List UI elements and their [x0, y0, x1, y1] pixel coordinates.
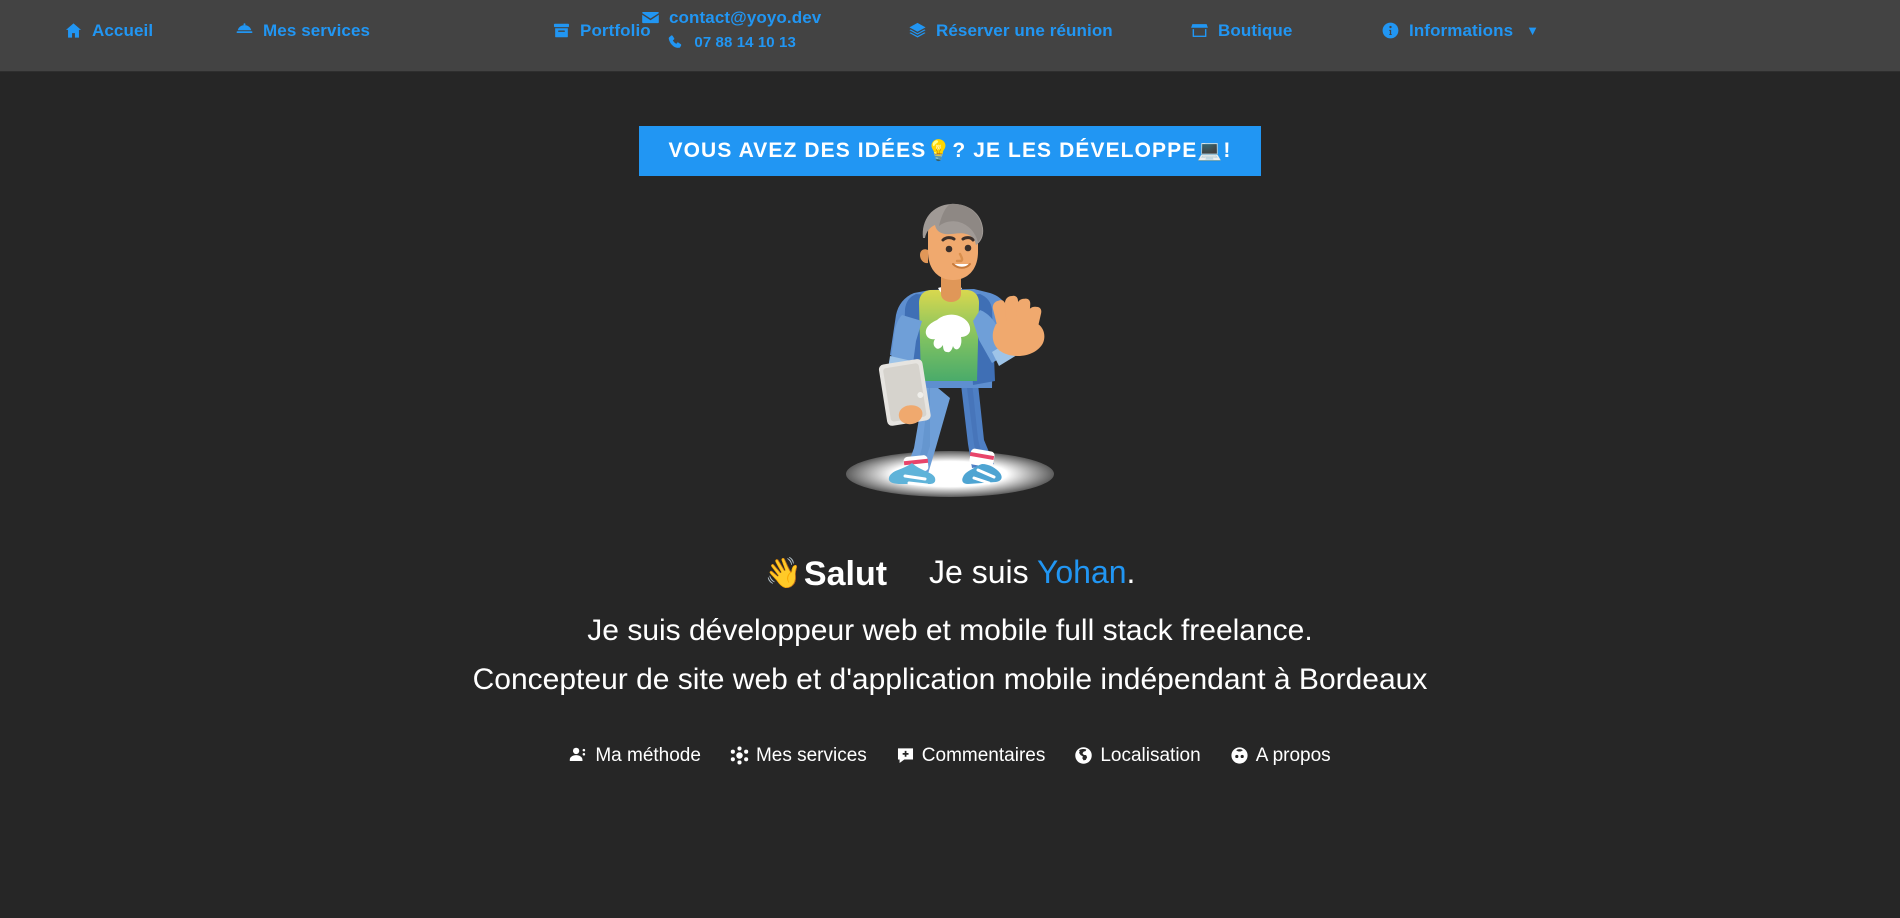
nav-item-portfolio[interactable]: Portfolio	[552, 21, 651, 40]
comment-plus-icon	[896, 746, 915, 765]
greeting-identity: Je suis Yohan.	[929, 556, 1135, 588]
quicklink-mes-services-label: Mes services	[755, 745, 867, 767]
greeting-salut: 👋 Salut	[765, 557, 887, 591]
quicklink-mes-services[interactable]: Mes services	[730, 746, 867, 765]
hero-line-1: Je suis développeur web et mobile full s…	[587, 614, 1313, 647]
nav-contact-block: contact@yoyo.dev 07 88 14 10 13	[641, 8, 821, 52]
phone-icon	[666, 33, 685, 52]
greeting-name: Yohan	[1036, 554, 1127, 590]
nav-item-accueil-label: Accueil	[92, 21, 154, 40]
quicklink-commentaires[interactable]: Commentaires	[896, 745, 1046, 767]
nav-item-boutique-label: Boutique	[1218, 21, 1293, 40]
nav-item-accueil[interactable]: Accueil	[64, 21, 153, 40]
waving-developer-illustration	[810, 198, 1090, 528]
greeting-salut-label: Salut	[803, 555, 888, 593]
user-gear-icon	[569, 746, 588, 765]
lightbulb-icon: 💡	[926, 139, 953, 162]
quicklink-localisation-label: Localisation	[1100, 745, 1201, 767]
quicklink-ma-methode-label: Ma méthode	[595, 745, 701, 767]
tagline-text-before: VOUS AVEZ DES IDÉES	[668, 139, 927, 162]
nav-item-email[interactable]: contact@yoyo.dev	[641, 8, 821, 27]
layers-icon	[908, 21, 927, 40]
greeting-period: .	[1126, 554, 1136, 590]
nav-item-informations-label: Informations	[1409, 21, 1514, 40]
laptop-icon: 💻	[1197, 139, 1224, 162]
waving-hand-icon: 👋	[764, 557, 802, 590]
quicklink-localisation[interactable]: Localisation	[1074, 745, 1201, 767]
top-navigation-bar: Accueil Mes services Portfolio contact@y…	[0, 0, 1900, 72]
serving-dome-icon	[235, 21, 254, 40]
quicklink-a-propos[interactable]: A propos	[1230, 746, 1331, 765]
nav-item-phone[interactable]: 07 88 14 10 13	[666, 33, 796, 52]
tagline-text-after: !	[1223, 139, 1232, 162]
nav-item-phone-label: 07 88 14 10 13	[694, 34, 796, 51]
home-icon	[64, 21, 83, 40]
info-circle-icon	[1381, 21, 1400, 40]
greeting-row: 👋 Salut Je suis Yohan.	[765, 556, 1136, 591]
nav-item-mes-services[interactable]: Mes services	[235, 21, 370, 40]
hero-line-2: Concepteur de site web et d'application …	[472, 662, 1428, 696]
quicklink-ma-methode[interactable]: Ma méthode	[569, 746, 701, 765]
nav-item-boutique[interactable]: Boutique	[1190, 21, 1292, 40]
nav-item-reserver-label: Réserver une réunion	[936, 21, 1113, 40]
nav-item-informations[interactable]: Informations ▼	[1381, 21, 1539, 40]
molecule-icon	[730, 746, 749, 765]
archive-box-icon	[552, 21, 571, 40]
quick-links-row: Ma méthode Mes services Commentaires Loc…	[569, 745, 1331, 767]
nav-item-reserver-une-reunion[interactable]: Réserver une réunion	[908, 21, 1113, 40]
quicklink-a-propos-label: A propos	[1255, 745, 1331, 767]
tagline-text-middle: ? JE LES DÉVELOPPE	[952, 139, 1198, 162]
hero-section: VOUS AVEZ DES IDÉES 💡 ? JE LES DÉVELOPPE 💻…	[0, 72, 1900, 918]
greeting-je-suis-label: Je suis	[929, 554, 1037, 590]
envelope-icon	[641, 8, 660, 27]
face-icon	[1230, 746, 1249, 765]
nav-item-email-label: contact@yoyo.dev	[669, 8, 822, 27]
globe-icon	[1074, 746, 1093, 765]
shop-icon	[1190, 21, 1209, 40]
nav-item-mes-services-label: Mes services	[263, 21, 371, 40]
quicklink-commentaires-label: Commentaires	[921, 745, 1046, 767]
chevron-down-icon[interactable]: ▼	[1526, 24, 1539, 37]
tagline-banner: VOUS AVEZ DES IDÉES 💡 ? JE LES DÉVELOPPE 💻…	[638, 126, 1262, 176]
